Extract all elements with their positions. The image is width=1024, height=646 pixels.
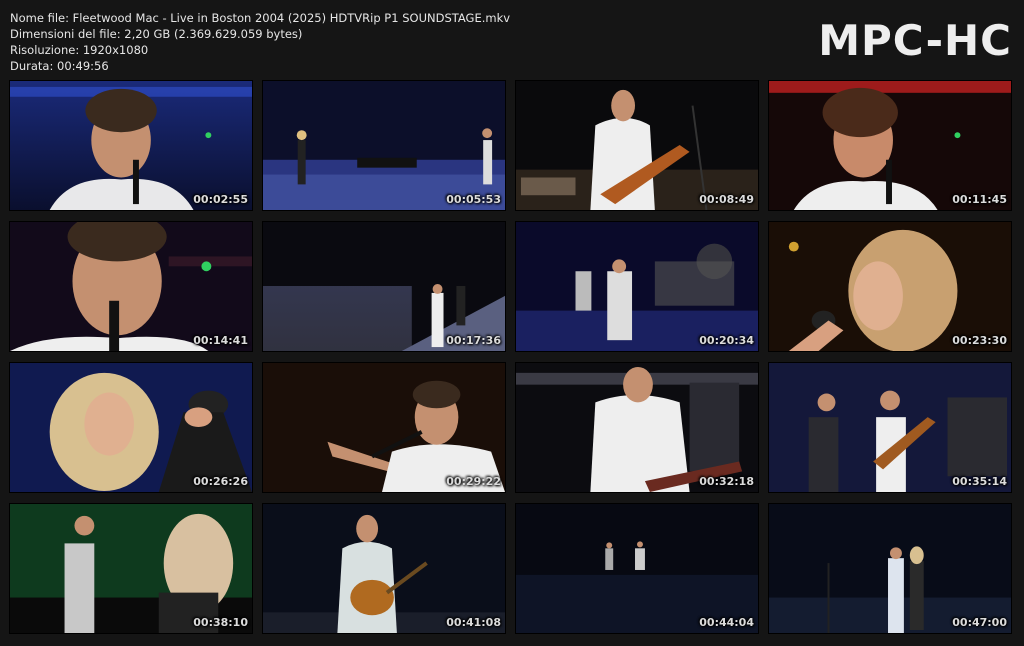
video-frame	[263, 222, 505, 351]
thumbnail-15: 00:44:04	[515, 503, 759, 634]
video-frame	[769, 222, 1011, 351]
timestamp: 00:08:49	[699, 193, 754, 206]
video-frame	[10, 363, 252, 492]
timestamp: 00:29:22	[446, 475, 501, 488]
thumbnail-6: 00:17:36	[262, 221, 506, 352]
mpc-hc-logo: MPC-HC	[818, 16, 1012, 65]
timestamp: 00:35:14	[952, 475, 1007, 488]
thumbnail-2: 00:05:53	[262, 80, 506, 211]
video-frame	[263, 363, 505, 492]
thumbnail-12: 00:35:14	[768, 362, 1012, 493]
video-frame	[516, 222, 758, 351]
timestamp: 00:20:34	[699, 334, 754, 347]
thumbnail-5: 00:14:41	[9, 221, 253, 352]
thumbnail-grid: 00:02:55 00:05:53 00:08:49 00:11:45 00:1…	[9, 80, 1012, 634]
thumbnail-13: 00:38:10	[9, 503, 253, 634]
thumbnail-10: 00:29:22	[262, 362, 506, 493]
resolution-text: Risoluzione: 1920x1080	[10, 43, 149, 57]
timestamp: 00:17:36	[446, 334, 501, 347]
timestamp: 00:05:53	[446, 193, 501, 206]
video-frame	[516, 504, 758, 633]
timestamp: 00:47:00	[952, 616, 1007, 629]
video-frame	[769, 81, 1011, 210]
timestamp: 00:26:26	[193, 475, 248, 488]
file-size-text: Dimensioni del file: 2,20 GB (2.369.629.…	[10, 27, 303, 41]
video-frame	[516, 363, 758, 492]
thumbnail-8: 00:23:30	[768, 221, 1012, 352]
timestamp: 00:02:55	[193, 193, 248, 206]
timestamp: 00:44:04	[699, 616, 754, 629]
duration-text: Durata: 00:49:56	[10, 59, 109, 73]
thumbnail-7: 00:20:34	[515, 221, 759, 352]
video-frame	[10, 81, 252, 210]
file-name-text: Nome file: Fleetwood Mac - Live in Bosto…	[10, 11, 511, 25]
thumbnail-14: 00:41:08	[262, 503, 506, 634]
video-frame	[263, 81, 505, 210]
thumbnail-3: 00:08:49	[515, 80, 759, 211]
timestamp: 00:23:30	[952, 334, 1007, 347]
video-frame	[10, 222, 252, 351]
thumbnail-16: 00:47:00	[768, 503, 1012, 634]
timestamp: 00:41:08	[446, 616, 501, 629]
video-frame	[769, 504, 1011, 633]
video-frame	[516, 81, 758, 210]
file-info: Nome file: Fleetwood Mac - Live in Bosto…	[10, 10, 510, 74]
timestamp: 00:32:18	[699, 475, 754, 488]
thumbnail-4: 00:11:45	[768, 80, 1012, 211]
video-frame	[769, 363, 1011, 492]
thumbnail-11: 00:32:18	[515, 362, 759, 493]
timestamp: 00:11:45	[952, 193, 1007, 206]
thumbnail-9: 00:26:26	[9, 362, 253, 493]
thumbnail-1: 00:02:55	[9, 80, 253, 211]
timestamp: 00:38:10	[193, 616, 248, 629]
video-frame	[263, 504, 505, 633]
video-frame	[10, 504, 252, 633]
timestamp: 00:14:41	[193, 334, 248, 347]
